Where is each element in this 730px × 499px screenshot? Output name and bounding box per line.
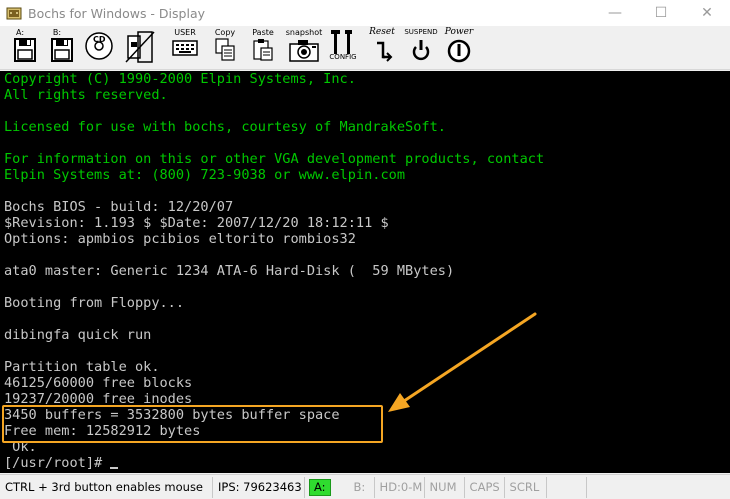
snapshot-label: snapshot — [285, 28, 323, 37]
config-button[interactable]: CONFIG — [326, 28, 360, 66]
caps-lock-indicator: CAPS — [465, 476, 505, 498]
maximize-button[interactable]: ☐ — [638, 0, 684, 26]
bochs-app-icon[interactable] — [6, 5, 22, 21]
reset-button[interactable]: Reset — [366, 28, 398, 66]
reset-icon — [377, 41, 393, 62]
drive-b-indicator: B: — [349, 476, 375, 498]
toolbar: A: B: CD USER Copy Paste snapshot CONFIG… — [0, 26, 730, 70]
paste-label: Paste — [252, 28, 274, 37]
floppy-disk-icon — [51, 38, 73, 62]
drive-a-indicator: A: — [309, 478, 331, 496]
reset-label: Reset — [369, 27, 395, 37]
config-label: CONFIG — [329, 53, 357, 61]
cdrom-button[interactable]: CD — [84, 28, 114, 66]
minimize-button[interactable]: — — [592, 0, 638, 26]
suspend-label: SUSPEND — [404, 28, 438, 36]
num-lock-indicator: NUM — [425, 476, 465, 498]
copy-icon — [215, 38, 235, 61]
scroll-lock-indicator: SCRL — [505, 476, 547, 498]
mouse-disabled-icon — [125, 31, 155, 63]
suspend-button[interactable]: SUSPEND — [402, 28, 440, 66]
floppy-disk-icon — [14, 38, 36, 62]
floppy-a-button[interactable]: A: — [10, 28, 40, 66]
paste-button[interactable]: Paste — [248, 28, 278, 66]
power-icon — [447, 39, 471, 63]
user-label: USER — [174, 28, 196, 37]
status-spare-2 — [587, 477, 627, 498]
floppy-a-label: A: — [15, 28, 25, 37]
cdrom-label: CD — [93, 35, 106, 44]
close-button[interactable]: ✕ — [684, 0, 730, 26]
status-spare-1 — [547, 476, 587, 498]
emulator-display[interactable]: Copyright (C) 1990-2000 Elpin Systems, I… — [0, 71, 730, 473]
copy-label: Copy — [214, 28, 236, 37]
mouse-toggle-button[interactable] — [122, 28, 156, 66]
title-bar: Bochs for Windows - Display — ☐ ✕ — [0, 0, 730, 26]
power-label: Power — [444, 27, 474, 37]
keyboard-icon — [172, 40, 198, 56]
annotation-arrow-icon — [388, 312, 537, 412]
floppy-b-label: B: — [52, 28, 62, 37]
hd-indicator: HD:0-M — [375, 476, 425, 498]
paste-icon — [253, 39, 273, 61]
wrench-tools-icon — [331, 30, 352, 54]
user-button[interactable]: USER — [168, 28, 202, 66]
window-title: Bochs for Windows - Display — [28, 5, 205, 21]
suspend-icon — [412, 40, 430, 61]
status-bar: CTRL + 3rd button enables mouse IPS: 796… — [0, 474, 730, 499]
snapshot-button[interactable]: snapshot — [284, 28, 324, 66]
camera-icon — [289, 40, 319, 62]
power-button[interactable]: Power — [442, 28, 476, 66]
cdrom-icon: CD — [85, 32, 113, 60]
mouse-hint: CTRL + 3rd button enables mouse — [0, 476, 213, 498]
copy-button[interactable]: Copy — [210, 28, 240, 66]
ips-indicator: IPS: 79623463 — [213, 476, 305, 498]
floppy-b-button[interactable]: B: — [47, 28, 77, 66]
